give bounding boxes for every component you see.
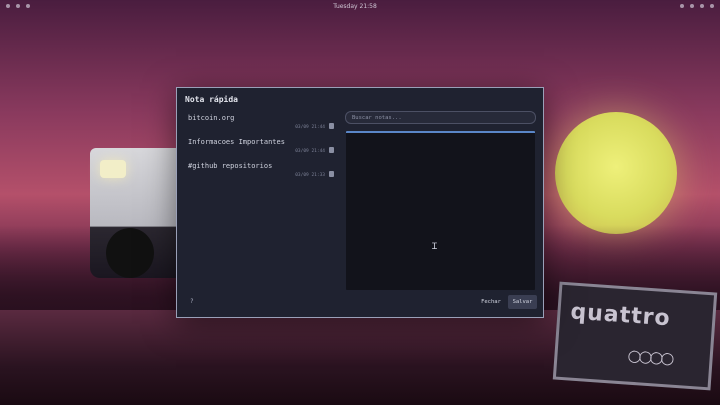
note-editor[interactable]: [346, 131, 535, 290]
workspace-indicators[interactable]: [6, 4, 30, 8]
volume-icon[interactable]: [689, 4, 694, 8]
help-button[interactable]: ?: [190, 298, 194, 305]
workspace-dot[interactable]: [26, 4, 30, 8]
save-button[interactable]: Salvar: [508, 295, 537, 309]
workspace-dot[interactable]: [6, 4, 10, 8]
network-icon[interactable]: [679, 4, 684, 8]
system-tray[interactable]: [679, 4, 714, 8]
wallpaper-sun: [555, 112, 677, 234]
quick-note-dialog: Nota rápida bitcoin.org 03/09 21:44 Info…: [176, 87, 544, 318]
note-item[interactable]: #github repositorios 03/09 21:33: [183, 162, 335, 186]
sign-brand-text: quattro: [569, 299, 672, 332]
trash-icon[interactable]: [329, 123, 334, 129]
battery-icon[interactable]: [699, 4, 704, 8]
clock[interactable]: Tuesday 21:58: [333, 3, 377, 10]
notes-list: bitcoin.org 03/09 21:44 Informacoes Impo…: [183, 114, 335, 186]
note-item[interactable]: bitcoin.org 03/09 21:44: [183, 114, 335, 138]
note-date: 03/09 21:44: [295, 125, 325, 130]
trash-icon[interactable]: [329, 147, 334, 153]
text-cursor-icon: Ɪ: [432, 242, 438, 252]
sign-rings-logo: ○○○○: [626, 345, 673, 368]
wallpaper-sign: quattro ○○○○: [552, 281, 718, 391]
note-date: 03/09 21:33: [295, 173, 325, 178]
wallpaper-car: [90, 148, 182, 278]
car-wheel: [106, 228, 154, 278]
dialog-title: Nota rápida: [185, 95, 238, 104]
car-headlamp: [100, 160, 126, 178]
trash-icon[interactable]: [329, 171, 334, 177]
note-title[interactable]: Informacoes Importantes: [188, 138, 285, 146]
close-button[interactable]: Fechar: [477, 295, 505, 309]
top-panel: Tuesday 21:58: [0, 0, 720, 12]
note-title[interactable]: #github repositorios: [188, 162, 272, 170]
workspace-dot[interactable]: [16, 4, 20, 8]
note-date: 03/09 21:44: [295, 149, 325, 154]
search-input[interactable]: [345, 111, 536, 124]
note-item[interactable]: Informacoes Importantes 03/09 21:44: [183, 138, 335, 162]
note-title[interactable]: bitcoin.org: [188, 114, 234, 122]
power-icon[interactable]: [709, 4, 714, 8]
